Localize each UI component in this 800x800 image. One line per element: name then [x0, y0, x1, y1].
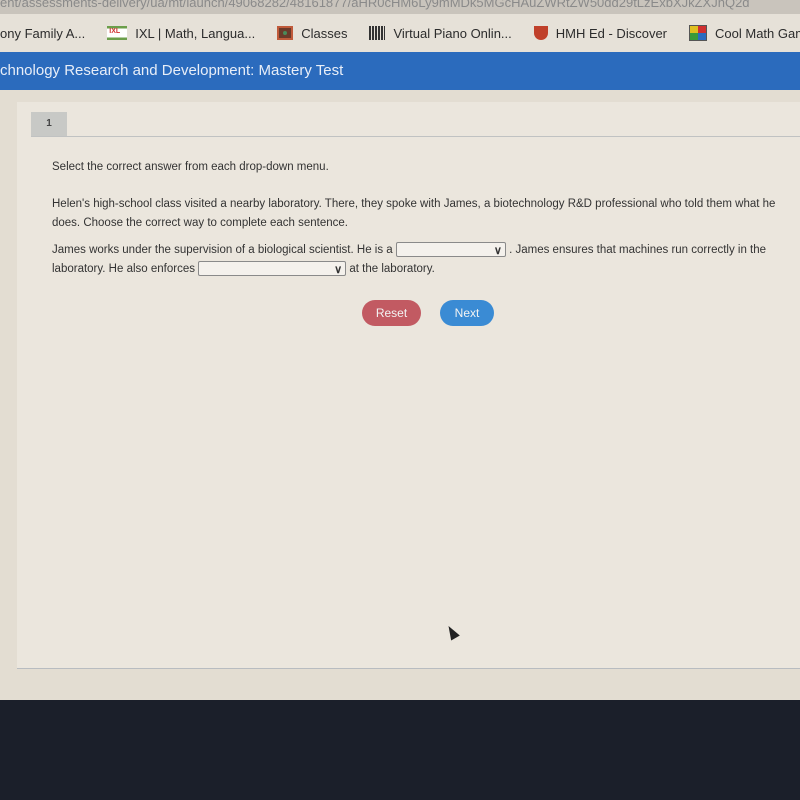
bookmark-label: Virtual Piano Onlin... [393, 25, 512, 41]
bookmark-classes[interactable]: Classes [277, 26, 347, 41]
reset-button[interactable]: Reset [362, 300, 421, 326]
next-button[interactable]: Next [440, 300, 494, 326]
bookmark-cool-math[interactable]: Cool Math Games -... [689, 25, 800, 41]
sentence-part-3: at the laboratory. [349, 263, 435, 275]
question-sentence: James works under the supervision of a b… [52, 241, 792, 279]
bookmarks-bar: ony Family A... IXL | Math, Langua... Cl… [0, 14, 800, 52]
bookmark-label: HMH Ed - Discover [555, 25, 668, 41]
monitor-bezel [0, 700, 800, 800]
bookmark-label: Cool Math Games -... [715, 25, 800, 41]
divider [31, 136, 800, 137]
url-bar[interactable]: ent/assessments-delivery/ua/mt/launch/49… [0, 0, 800, 14]
piano-icon [369, 26, 386, 40]
dropdown-2[interactable]: ∨ [198, 261, 347, 277]
bookmark-hmh[interactable]: HMH Ed - Discover [533, 25, 668, 41]
coolmath-icon [689, 25, 708, 41]
bookmark-label: ony Family A... [0, 25, 86, 41]
chevron-down-icon: ∨ [334, 264, 343, 277]
question-number: 1 [31, 112, 67, 136]
bookmark-virtual-piano[interactable]: Virtual Piano Onlin... [369, 25, 512, 41]
page-title: chnology Research and Development: Maste… [0, 62, 344, 79]
passage-text: Helen's high-school class visited a near… [52, 198, 776, 229]
question-panel: 1 Select the correct answer from each dr… [17, 102, 800, 669]
test-header: chnology Research and Development: Maste… [0, 52, 800, 90]
sentence-part-1: James works under the supervision of a b… [52, 244, 393, 256]
url-text: ent/assessments-delivery/ua/mt/launch/49… [0, 0, 750, 10]
bookmark-label: Classes [301, 25, 348, 41]
instruction-text: Select the correct answer from each drop… [52, 161, 329, 173]
bookmark-family[interactable]: ony Family A... [0, 26, 85, 41]
chevron-down-icon: ∨ [493, 245, 502, 258]
classes-icon [277, 26, 294, 40]
bookmark-label: IXL | Math, Langua... [135, 25, 256, 41]
main-content: 1 Select the correct answer from each dr… [0, 90, 800, 700]
ixl-icon [107, 26, 128, 40]
hmh-icon [533, 26, 548, 40]
dropdown-1[interactable]: ∨ [395, 242, 506, 258]
bookmark-ixl[interactable]: IXL | Math, Langua... [107, 26, 255, 41]
